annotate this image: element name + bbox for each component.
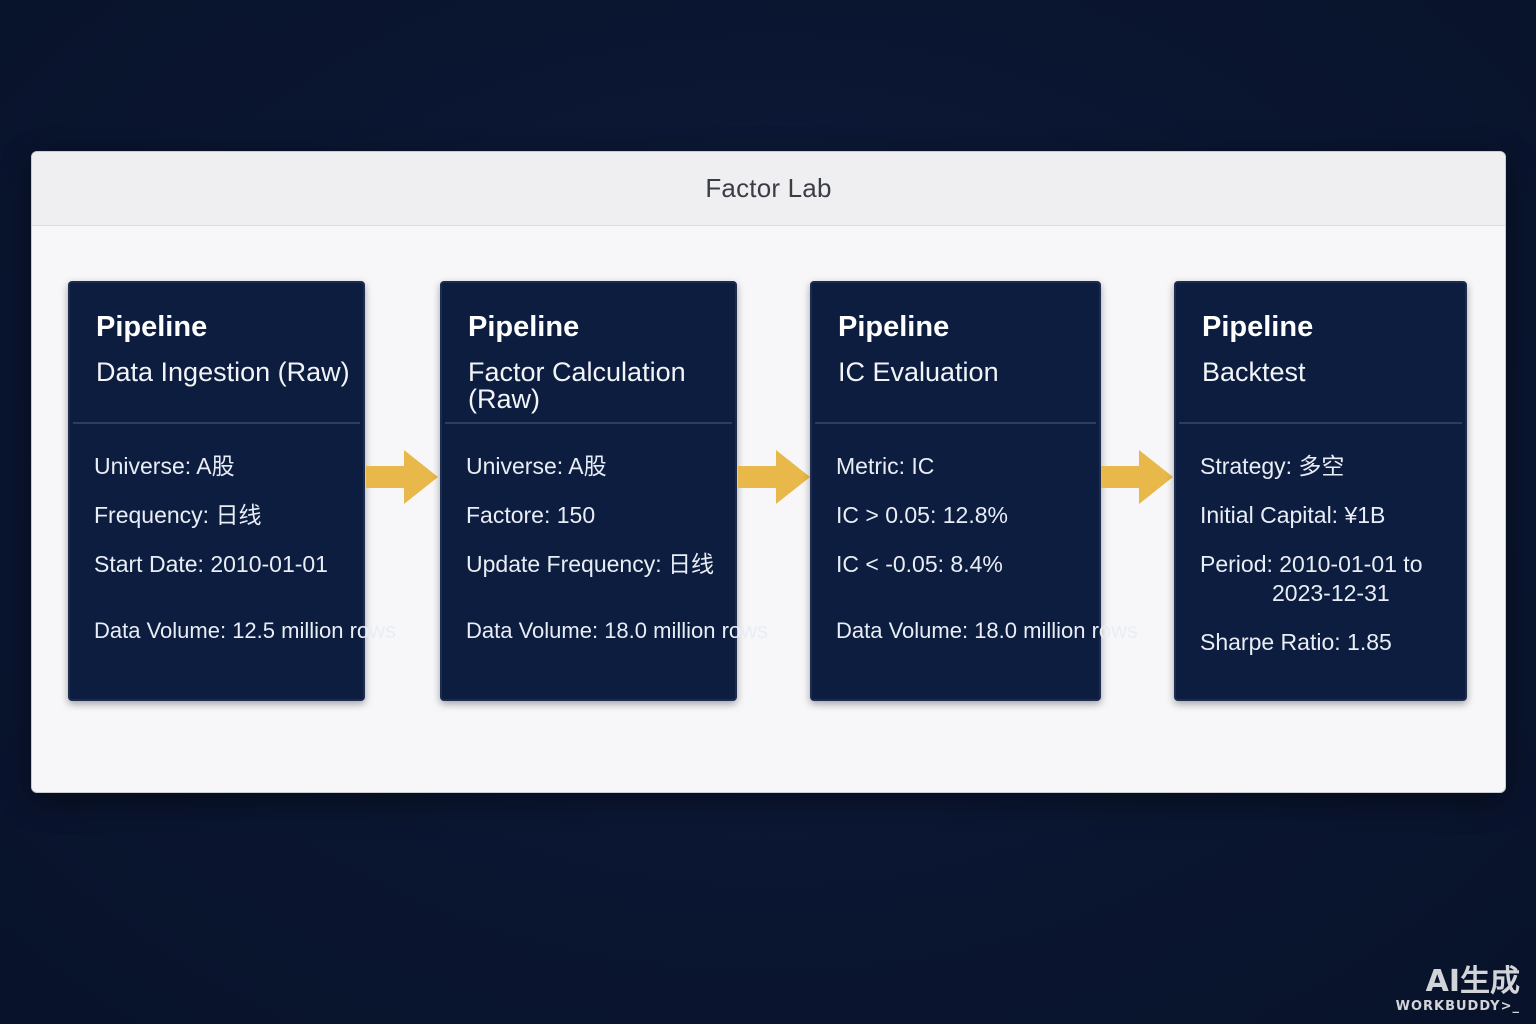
stage-card-data-ingestion[interactable]: Pipeline Data Ingestion (Raw) Universe: … [68,281,397,701]
stage-card-header: Pipeline IC Evaluation [815,283,1096,424]
stage-kind: Pipeline [838,311,950,343]
window-title: Factor Lab [705,173,832,203]
flow-arrow-right-icon [1101,450,1173,504]
stage-card-body: Universe: A股 Factore: 150 Update Frequen… [442,424,769,643]
ai-generated-watermark: AI生成 WORKBUDDY>_ [1395,964,1520,1015]
window-titlebar: Factor Lab [32,152,1505,226]
stage-field-start-date: Start Date: 2010-01-01 [94,551,328,577]
stage-field-metric: Metric: IC [836,453,935,479]
stage-field-initial-capital: Initial Capital: ¥1B [1200,502,1386,528]
stage-field-sharpe-ratio: Sharpe Ratio: 1.85 [1200,629,1392,655]
stage-name: IC Evaluation [838,357,999,387]
stage-field-factor-count: Factore: 150 [466,502,596,528]
stage-field-data-volume: Data Volume: 12.5 million rows [94,618,397,643]
stage-field-ic-positive: IC > 0.05: 12.8% [836,502,1008,528]
stage-field-data-volume: Data Volume: 18.0 million rows [466,618,769,643]
stage-field-update-frequency: Update Frequency: 日线 [466,551,715,577]
stage-name: Data Ingestion (Raw) [96,357,350,387]
stage-card-body: Strategy: 多空 Initial Capital: ¥1B Period… [1176,424,1465,654]
stage-card-backtest[interactable]: Pipeline Backtest Strategy: 多空 Initial C… [1174,281,1467,701]
stage-field-period-end: 2023-12-31 [1272,580,1390,606]
stage-name: Backtest [1202,357,1306,387]
stage-card-body: Universe: A股 Frequency: 日线 Start Date: 2… [70,424,397,643]
backdrop: Factor Lab Pipeline Data Ingestion (Raw)… [0,0,1536,1024]
stage-field-period: Period: 2010-01-01 to [1200,551,1423,577]
stage-card-header: Pipeline Factor Calculation (Raw) [445,283,732,424]
flow-arrow-right-icon [366,450,438,504]
stage-name: Factor Calculation (Raw) [468,357,686,414]
stage-card-ic-evaluation[interactable]: Pipeline IC Evaluation Metric: IC IC > 0… [810,281,1139,701]
watermark-main: AI生成 [1425,964,1520,999]
stage-field-frequency: Frequency: 日线 [94,502,262,528]
stage-card-body: Metric: IC IC > 0.05: 12.8% IC < -0.05: … [812,424,1139,643]
stage-field-universe: Universe: A股 [466,453,607,479]
stage-field-data-volume: Data Volume: 18.0 million rows [836,618,1139,643]
stage-card-factor-calculation[interactable]: Pipeline Factor Calculation (Raw) Univer… [440,281,769,701]
stage-card-header: Pipeline Backtest [1179,283,1462,424]
stage-field-ic-negative: IC < -0.05: 8.4% [836,551,1003,577]
stage-kind: Pipeline [468,311,580,343]
stage-kind: Pipeline [1202,311,1314,343]
stage-kind: Pipeline [96,311,208,343]
stage-card-header: Pipeline Data Ingestion (Raw) [73,283,360,424]
factor-lab-window: Factor Lab Pipeline Data Ingestion (Raw)… [31,151,1506,793]
flow-arrow-right-icon [738,450,810,504]
stage-field-universe: Universe: A股 [94,453,235,479]
stage-field-strategy: Strategy: 多空 [1200,453,1345,479]
watermark-sub: WORKBUDDY>_ [1395,999,1520,1014]
